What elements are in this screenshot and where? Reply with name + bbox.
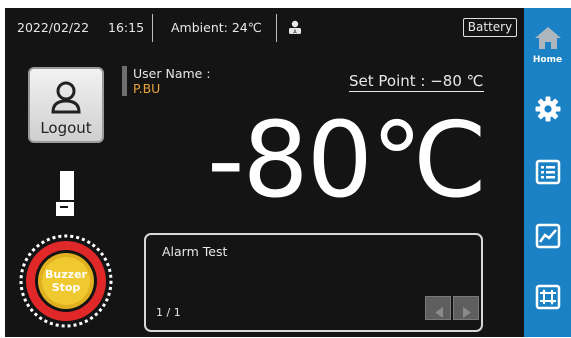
home-icon [534, 26, 562, 54]
alarm-person-icon: A [288, 19, 302, 38]
sidebar-nav: Home [524, 8, 571, 337]
ambient-text: Ambient: 24℃ [171, 20, 262, 35]
freezer-icon [56, 171, 78, 221]
buzzer-label-line2: Stop [51, 281, 81, 294]
next-alarm-button[interactable] [453, 296, 479, 320]
nav-chart[interactable] [524, 223, 571, 253]
nav-list[interactable] [524, 159, 571, 189]
user-indicator-bar [122, 66, 127, 96]
left-arrow-icon [434, 303, 444, 322]
battery-indicator: Battery [463, 18, 517, 37]
status-bar: 2022/02/22 16:15 Ambient: 24℃ A Battery [5, 8, 524, 48]
buzzer-label: Buzzer Stop [19, 268, 113, 294]
home-label: Home [532, 55, 563, 65]
logout-label: Logout [40, 119, 92, 137]
user-name-title: User Name : [133, 66, 211, 81]
list-icon [535, 159, 561, 189]
current-temperature: -80℃ [207, 99, 488, 221]
alarm-page-indicator: 1 / 1 [156, 306, 181, 319]
right-arrow-icon [462, 303, 472, 322]
nav-adjust[interactable] [524, 284, 571, 314]
logout-button[interactable]: Logout [28, 67, 104, 143]
nav-home[interactable]: Home [524, 26, 571, 65]
nav-settings[interactable] [524, 96, 571, 126]
set-point[interactable]: Set Point : −80 ℃ [349, 72, 484, 92]
chart-icon [535, 223, 561, 253]
date-text: 2022/02/22 [17, 20, 90, 35]
time-text: 16:15 [108, 20, 145, 35]
buzzer-label-line1: Buzzer [45, 268, 87, 281]
user-icon [50, 80, 82, 118]
user-name-value: P.BU [133, 81, 161, 96]
adjust-icon [535, 284, 561, 314]
gear-icon [535, 96, 561, 126]
alarm-message: Alarm Test [162, 244, 228, 259]
alarm-panel: Alarm Test 1 / 1 [144, 233, 483, 332]
status-divider [152, 14, 153, 42]
svg-text:A: A [293, 29, 297, 35]
prev-alarm-button[interactable] [425, 296, 451, 320]
status-divider [276, 14, 277, 42]
